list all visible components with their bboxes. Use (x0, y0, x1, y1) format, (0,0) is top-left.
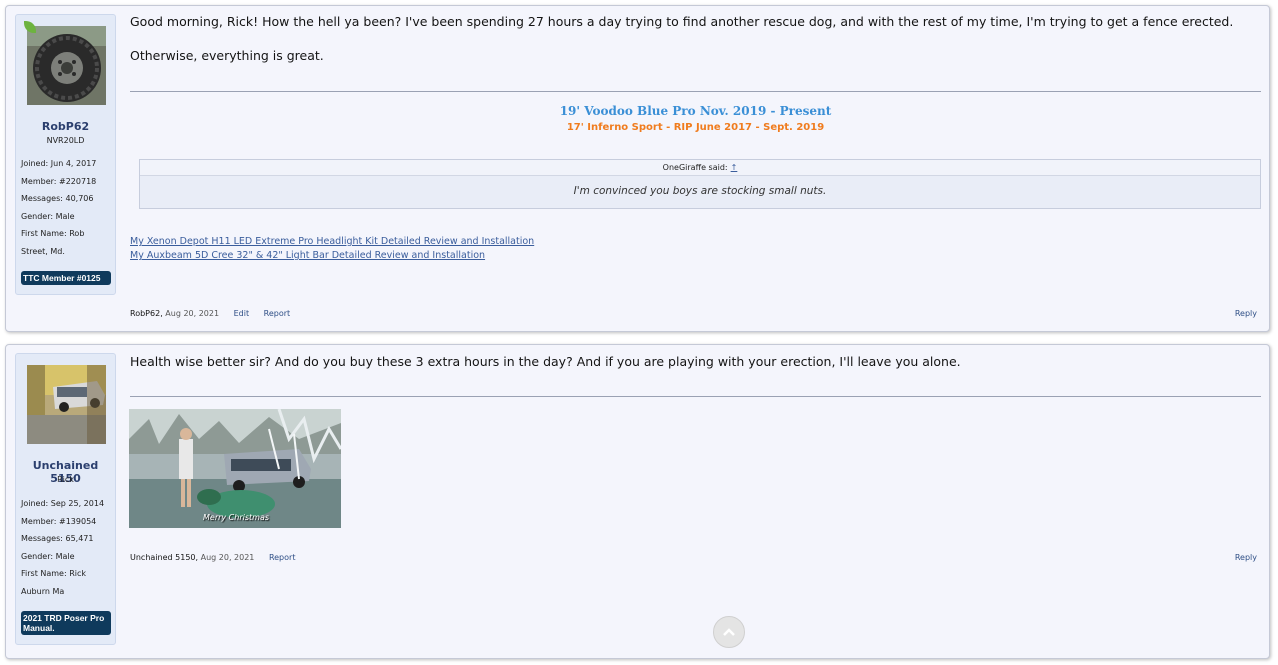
joined-value: Jun 4, 2017 (50, 159, 97, 168)
scroll-to-top-button[interactable] (713, 616, 745, 648)
gender-label: Gender: (21, 551, 54, 561)
signature-quote: OneGiraffe said: ↑ I'm convinced you boys… (139, 159, 1261, 209)
embedded-gif[interactable]: Merry Christmas (129, 409, 341, 528)
location-value: Auburn Ma (21, 586, 65, 596)
signature-link[interactable]: My Xenon Depot H11 LED Extreme Pro Headl… (130, 236, 534, 247)
footer-author[interactable]: Unchained 5150 (130, 553, 196, 562)
post-date[interactable]: Aug 20, 2021 (165, 309, 219, 318)
signature-divider (130, 91, 1261, 92)
post-footer: Unchained 5150, Aug 20, 2021 Report (130, 553, 296, 562)
post-robp62: RobP62 NVR20LD Joined: Jun 4, 2017 Membe… (5, 5, 1270, 332)
gif-caption: Merry Christmas (203, 513, 270, 522)
user-extras: Joined: Jun 4, 2017 Member: #220718 Mess… (21, 155, 96, 261)
avatar[interactable] (27, 26, 106, 105)
first-name-value: Rick (69, 569, 87, 579)
first-name-label: First Name: (21, 229, 67, 239)
signature-link[interactable]: My Auxbeam 5D Cree 32" & 42" Light Bar D… (130, 250, 485, 261)
first-name-label: First Name: (21, 569, 67, 579)
quote-author: OneGiraffe said: (662, 163, 728, 172)
footer-author[interactable]: RobP62 (130, 309, 160, 318)
reply-link[interactable]: Reply (1235, 309, 1257, 318)
username[interactable]: RobP62 (16, 120, 115, 133)
message-text: Health wise better sir? And do you buy t… (130, 354, 961, 369)
avatar[interactable] (27, 365, 106, 444)
member-value: #139054 (59, 516, 97, 526)
leaf-icon (24, 21, 36, 33)
first-name-value: Rob (69, 229, 85, 239)
messages-label: Messages: (21, 194, 63, 204)
user-pane: RobP62 NVR20LD Joined: Jun 4, 2017 Membe… (15, 14, 116, 295)
user-extras: Joined: Sep 25, 2014 Member: #139054 Mes… (21, 495, 104, 601)
post-date[interactable]: Aug 20, 2021 (201, 553, 255, 562)
messages-value[interactable]: 65,471 (65, 534, 93, 543)
report-link[interactable]: Report (269, 553, 296, 562)
member-label: Member: (21, 516, 57, 526)
joined-label: Joined: (21, 159, 49, 168)
quote-jump-icon[interactable]: ↑ (731, 163, 738, 172)
reply-link[interactable]: Reply (1235, 553, 1257, 562)
messages-label: Messages: (21, 534, 63, 544)
post-unchained-5150: Unchained 5150 Rick Joined: Sep 25, 2014… (5, 344, 1270, 659)
user-banner: 2021 TRD Poser Pro Manual. (21, 611, 111, 635)
signature-line: 17' Inferno Sport - RIP June 2017 - Sept… (566, 122, 825, 133)
message-text: Otherwise, everything is great. (130, 48, 324, 63)
user-title: NVR20LD (46, 136, 85, 145)
edit-link[interactable]: Edit (234, 309, 250, 318)
post-footer: RobP62, Aug 20, 2021 Edit Report (130, 309, 291, 318)
joined-label: Joined: (21, 499, 49, 508)
member-value: #220718 (59, 176, 97, 186)
messages-value[interactable]: 40,706 (65, 194, 93, 203)
member-label: Member: (21, 176, 57, 186)
chevron-up-icon (723, 628, 735, 636)
message-divider (130, 396, 1261, 397)
quote-text: I'm convinced you boys are stocking smal… (573, 185, 827, 197)
quote-header: OneGiraffe said: ↑ (140, 160, 1260, 176)
user-pane: Unchained 5150 Rick Joined: Sep 25, 2014… (15, 353, 116, 645)
signature-line: 19' Voodoo Blue Pro Nov. 2019 - Present (559, 104, 832, 118)
gender-value: Male (55, 211, 75, 221)
gender-label: Gender: (21, 211, 54, 221)
user-banner: TTC Member #0125 (21, 271, 111, 285)
user-title: Rick (57, 475, 74, 484)
message-text: Good morning, Rick! How the hell ya been… (130, 14, 1234, 29)
report-link[interactable]: Report (264, 309, 291, 318)
location-value: Street, Md. (21, 246, 65, 256)
joined-value: Sep 25, 2014 (50, 499, 105, 508)
gender-value: Male (55, 551, 75, 561)
